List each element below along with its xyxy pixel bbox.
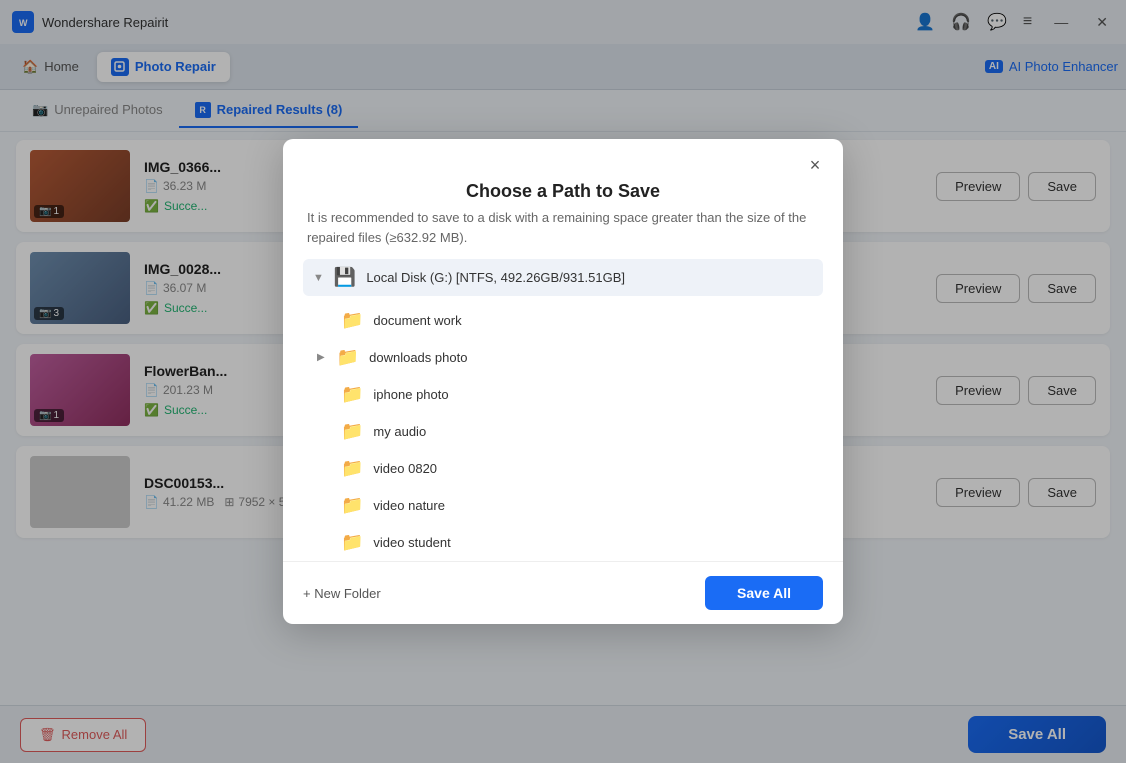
folder-icon: 📁: [341, 421, 363, 442]
modal-save-all-button[interactable]: Save All: [705, 576, 823, 610]
folder-icon: 📁: [341, 384, 363, 405]
list-item[interactable]: 📁 document work: [303, 302, 823, 339]
folder-label: video 0820: [373, 461, 437, 476]
modal-close-button[interactable]: ×: [801, 151, 829, 179]
folder-icon: 📁: [337, 347, 359, 368]
drive-label: Local Disk (G:) [NTFS, 492.26GB/931.51GB…: [366, 270, 625, 285]
folder-icon: 📁: [341, 458, 363, 479]
modal-footer: + New Folder Save All: [283, 561, 843, 624]
folder-icon: 📁: [341, 310, 363, 331]
chevron-right-icon: ▶: [317, 352, 325, 363]
list-item[interactable]: 📁 video student: [303, 524, 823, 561]
drive-item[interactable]: ▼ 💾 Local Disk (G:) [NTFS, 492.26GB/931.…: [303, 259, 823, 296]
drive-icon: 💾: [334, 267, 356, 288]
modal-title: Choose a Path to Save: [283, 179, 843, 208]
list-item[interactable]: 📁 video 0820: [303, 450, 823, 487]
modal-header: ×: [283, 139, 843, 179]
list-item[interactable]: 📁 iphone photo: [303, 376, 823, 413]
save-path-modal: × Choose a Path to Save It is recommende…: [283, 139, 843, 624]
folder-label: my audio: [373, 424, 426, 439]
chevron-down-icon: ▼: [313, 272, 324, 284]
modal-body: ▼ 💾 Local Disk (G:) [NTFS, 492.26GB/931.…: [283, 259, 843, 561]
folder-label: downloads photo: [369, 350, 467, 365]
folder-label: document work: [373, 313, 461, 328]
folder-label: video student: [373, 535, 450, 550]
list-item[interactable]: 📁 my audio: [303, 413, 823, 450]
new-folder-button[interactable]: + New Folder: [303, 586, 381, 601]
folder-icon: 📁: [341, 495, 363, 516]
folder-label: video nature: [373, 498, 445, 513]
modal-overlay: × Choose a Path to Save It is recommende…: [0, 0, 1126, 763]
folder-label: iphone photo: [373, 387, 448, 402]
modal-subtitle: It is recommended to save to a disk with…: [283, 208, 843, 259]
list-item[interactable]: ▶ 📁 downloads photo: [303, 339, 823, 376]
folder-icon: 📁: [341, 532, 363, 553]
list-item[interactable]: 📁 video nature: [303, 487, 823, 524]
